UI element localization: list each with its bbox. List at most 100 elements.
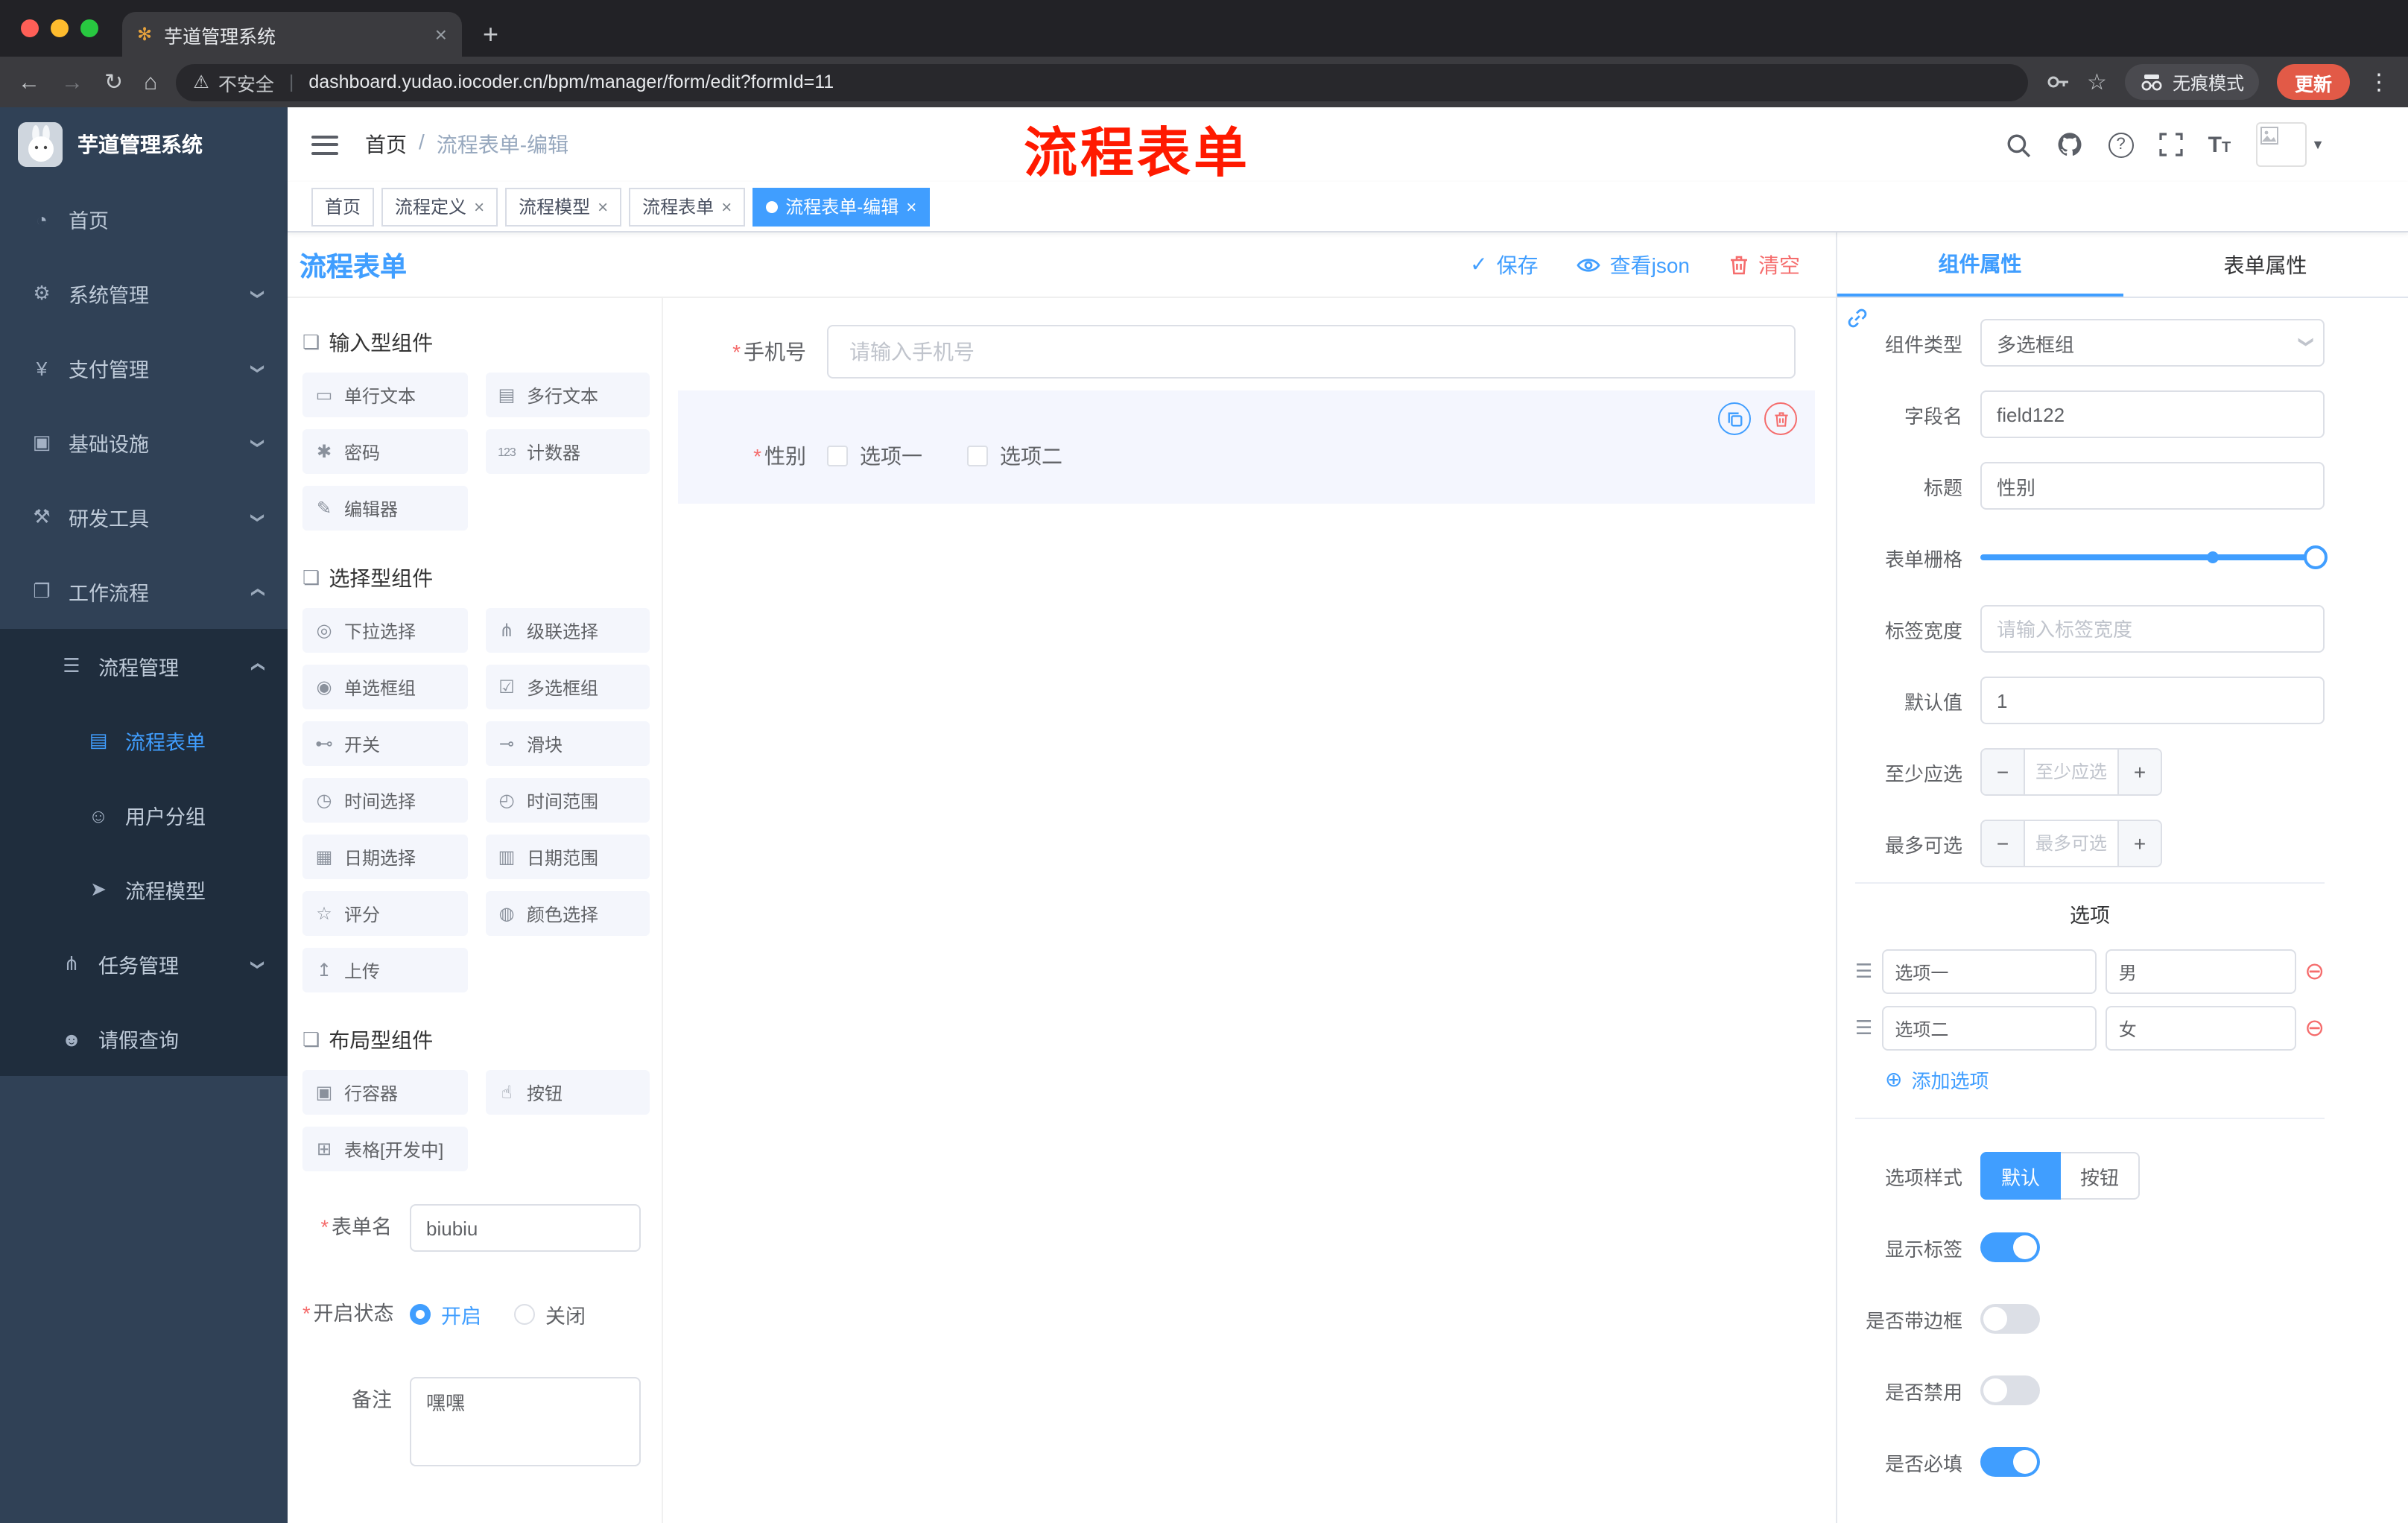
tag-process-model[interactable]: 流程模型 × <box>505 187 622 226</box>
copy-component-button[interactable] <box>1718 402 1751 435</box>
palette-item-multi-line-text[interactable]: ▤ 多行文本 <box>485 373 650 417</box>
tab-component-props[interactable]: 组件属性 <box>1837 232 2123 297</box>
palette-item-checkbox-group[interactable]: ☑ 多选框组 <box>485 665 650 709</box>
sidebar-item-payment[interactable]: ¥ 支付管理 ❯ <box>0 331 288 405</box>
palette-item-color-picker[interactable]: ◍ 颜色选择 <box>485 891 650 936</box>
palette-item-radio-group[interactable]: ◉ 单选框组 <box>302 665 467 709</box>
browser-menu-icon[interactable]: ⋮ <box>2368 69 2390 95</box>
sidebar-item-process-form[interactable]: ▤ 流程表单 <box>0 703 288 778</box>
default-value-input[interactable] <box>1980 677 2325 724</box>
palette-item-single-line-text[interactable]: ▭ 单行文本 <box>302 373 467 417</box>
sidebar-item-home[interactable]: ◔ 首页 <box>0 182 288 256</box>
title-input[interactable] <box>1980 462 2325 510</box>
palette-item-editor[interactable]: ✎ 编辑器 <box>302 486 467 531</box>
font-size-icon[interactable]: TT <box>2208 132 2231 157</box>
palette-item-button[interactable]: ☝ 按钮 <box>485 1070 650 1115</box>
drag-handle-icon[interactable]: ☰ <box>1855 960 1872 984</box>
option-label-input[interactable] <box>1881 949 2097 994</box>
form-remark-input[interactable]: 嘿嘿 <box>410 1377 641 1466</box>
grid-slider[interactable] <box>1980 533 2328 581</box>
slider-handle[interactable] <box>2304 545 2328 569</box>
sidebar-item-leave-query[interactable]: ☻ 请假查询 <box>0 1001 288 1076</box>
min-select-input[interactable] <box>2024 750 2119 794</box>
palette-item-password[interactable]: ✱ 密码 <box>302 429 467 474</box>
palette-item-rate[interactable]: ☆ 评分 <box>302 891 467 936</box>
search-icon[interactable] <box>2006 132 2031 157</box>
zoom-window-button[interactable] <box>80 19 98 37</box>
tag-close-icon[interactable]: × <box>474 196 484 217</box>
sidebar-item-infrastructure[interactable]: ▣ 基础设施 ❯ <box>0 405 288 480</box>
palette-item-date-picker[interactable]: ▦ 日期选择 <box>302 835 467 879</box>
sidebar-item-workflow[interactable]: ❐ 工作流程 ❯ <box>0 554 288 629</box>
plus-icon[interactable]: + <box>2119 750 2161 794</box>
reload-icon[interactable]: ↻ <box>104 69 123 95</box>
add-option-button[interactable]: ⊕ 添加选项 <box>1885 1066 2325 1094</box>
user-avatar[interactable]: ▼ <box>2256 122 2325 167</box>
tag-process-form-edit[interactable]: 流程表单-编辑 × <box>752 187 931 226</box>
github-icon[interactable] <box>2056 131 2083 158</box>
palette-item-cascader[interactable]: ⋔ 级联选择 <box>485 608 650 653</box>
tag-home[interactable]: 首页 <box>311 187 375 226</box>
selected-gender-field[interactable]: * 性别 选项一 选项二 <box>678 390 1815 504</box>
form-name-input[interactable] <box>410 1204 641 1252</box>
new-tab-button[interactable]: + <box>462 19 519 57</box>
option-label-input[interactable] <box>1881 1006 2097 1051</box>
option-value-input[interactable] <box>2105 949 2296 994</box>
remove-option-icon[interactable]: ⊖ <box>2304 957 2325 987</box>
palette-item-time-picker[interactable]: ◷ 时间选择 <box>302 778 467 823</box>
forward-icon[interactable]: → <box>61 69 83 95</box>
close-window-button[interactable] <box>21 19 39 37</box>
minimize-window-button[interactable] <box>51 19 69 37</box>
label-width-input[interactable] <box>1980 605 2325 653</box>
palette-item-time-range[interactable]: ◴ 时间范围 <box>485 778 650 823</box>
bookmark-star-icon[interactable]: ☆ <box>2087 69 2107 95</box>
field-name-input[interactable] <box>1980 390 2325 438</box>
style-default-button[interactable]: 默认 <box>1980 1152 2062 1200</box>
palette-item-date-range[interactable]: ▥ 日期范围 <box>485 835 650 879</box>
toggle-required[interactable] <box>1980 1447 2040 1477</box>
max-select-input[interactable] <box>2024 821 2119 866</box>
remove-option-icon[interactable]: ⊖ <box>2304 1013 2325 1043</box>
breadcrumb-home[interactable]: 首页 <box>365 130 407 159</box>
view-json-button[interactable]: 查看json <box>1577 250 1690 279</box>
plus-icon[interactable]: + <box>2119 821 2161 866</box>
gender-option-2-checkbox[interactable]: 选项二 <box>967 441 1062 471</box>
app-logo[interactable]: 芋道管理系统 <box>0 107 288 182</box>
tag-process-definition[interactable]: 流程定义 × <box>381 187 498 226</box>
tag-close-icon[interactable]: × <box>906 196 916 217</box>
palette-item-table[interactable]: ⊞ 表格[开发中] <box>302 1127 467 1171</box>
address-bar[interactable]: ⚠ 不安全 | dashboard.yudao.iocoder.cn/bpm/m… <box>175 63 2028 101</box>
minus-icon[interactable]: − <box>1982 750 2024 794</box>
toggle-border[interactable] <box>1980 1304 2040 1334</box>
palette-item-slider[interactable]: ⊸ 滑块 <box>485 721 650 766</box>
palette-item-upload[interactable]: ↥ 上传 <box>302 948 467 992</box>
fullscreen-icon[interactable] <box>2158 133 2183 156</box>
gender-option-1-checkbox[interactable]: 选项一 <box>827 441 922 471</box>
tab-form-props[interactable]: 表单属性 <box>2123 232 2408 297</box>
save-button[interactable]: ✓ 保存 <box>1470 250 1538 279</box>
palette-item-select[interactable]: ◎ 下拉选择 <box>302 608 467 653</box>
hamburger-icon[interactable] <box>311 135 338 154</box>
browser-tab[interactable]: ✻ 芋道管理系统 × <box>122 12 462 57</box>
sidebar-item-user-group[interactable]: ☺ 用户分组 <box>0 778 288 852</box>
sidebar-item-process-model[interactable]: ➤ 流程模型 <box>0 852 288 927</box>
home-icon[interactable]: ⌂ <box>144 69 157 95</box>
sidebar-item-task-management[interactable]: ⋔ 任务管理 ❯ <box>0 927 288 1001</box>
toggle-show-label[interactable] <box>1980 1232 2040 1262</box>
phone-input[interactable] <box>827 325 1796 379</box>
component-type-select[interactable] <box>1980 319 2325 367</box>
option-value-input[interactable] <box>2105 1006 2296 1051</box>
back-icon[interactable]: ← <box>18 69 40 95</box>
delete-component-button[interactable] <box>1764 402 1797 435</box>
palette-item-counter[interactable]: 123 计数器 <box>485 429 650 474</box>
tag-close-icon[interactable]: × <box>598 196 608 217</box>
tab-close-icon[interactable]: × <box>435 22 447 46</box>
status-off-radio[interactable]: 关闭 <box>514 1299 586 1329</box>
phone-field[interactable]: * 手机号 <box>678 325 1815 379</box>
tag-process-form[interactable]: 流程表单 × <box>629 187 746 226</box>
palette-item-row-container[interactable]: ▣ 行容器 <box>302 1070 467 1115</box>
minus-icon[interactable]: − <box>1982 821 2024 866</box>
style-button-button[interactable]: 按钮 <box>2061 1152 2141 1200</box>
palette-item-switch[interactable]: ⊷ 开关 <box>302 721 467 766</box>
password-key-icon[interactable] <box>2045 70 2069 94</box>
